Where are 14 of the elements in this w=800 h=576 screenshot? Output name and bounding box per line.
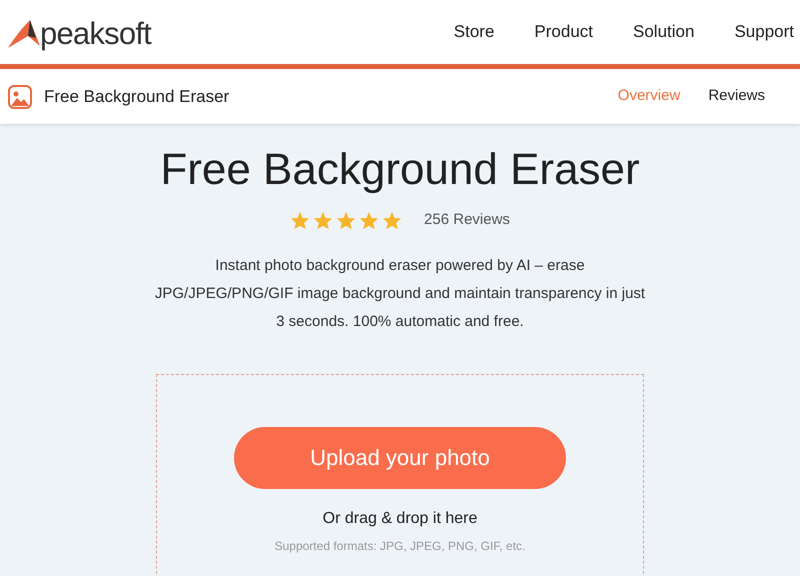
image-icon (8, 84, 32, 108)
logo-text[interactable]: peaksoft (40, 18, 151, 49)
nav-link[interactable]: Product (534, 19, 594, 45)
drag-drop-hint: Or drag & drop it here (322, 508, 478, 528)
product-title: Free Background Eraser (44, 86, 230, 108)
drop-zone[interactable]: Upload your photo Or drag & drop it here Supported formats: JPG, JPEG, PNG, GIF, etc. (156, 374, 644, 576)
review-count[interactable]: 256 Reviews (424, 209, 510, 232)
nav-link[interactable]: Solution (633, 19, 694, 45)
nav-link[interactable]: Store (454, 19, 494, 45)
description: Instant photo background eraser powered by AI – erase JPG/JPEG/PNG/GIF image background and maintain transparency in just 3 seconds. 100% automatic and free. (154, 256, 646, 332)
supported-formats: Supported formats: JPG, JPEG, PNG, GIF, etc. (274, 538, 526, 554)
nav-link[interactable]: Support (734, 19, 794, 45)
page-title: Free Background Eraser (160, 144, 640, 196)
tab[interactable]: Reviews (708, 85, 765, 108)
